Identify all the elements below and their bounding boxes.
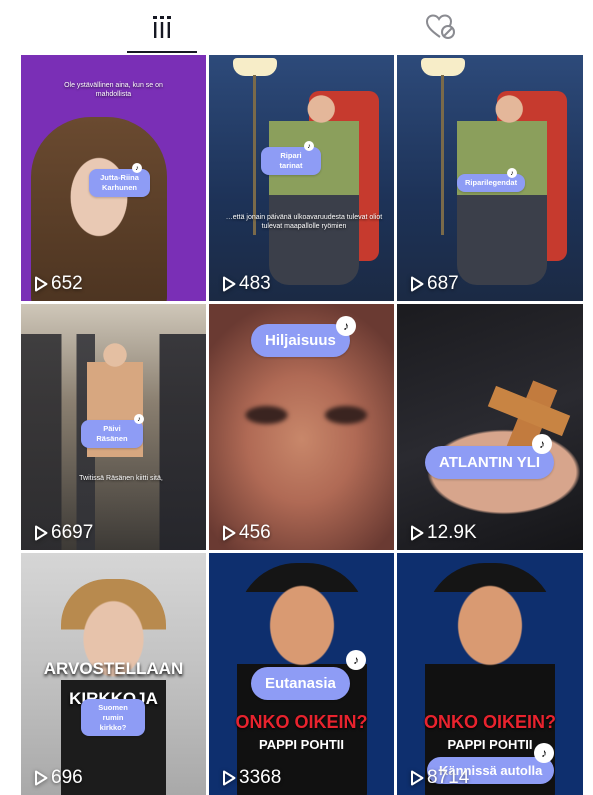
play-icon [35,525,48,541]
tag-pill: Suomen rumin kirkko? [81,699,145,737]
tag-pill: Eutanasia [251,667,350,700]
play-icon [223,770,236,786]
eyes-image [229,400,379,430]
view-count-value: 456 [239,522,271,543]
view-count: 8714 [410,767,469,789]
video-tile-2[interactable]: Ripari tarinat ♪ …että jonain päivänä ul… [209,55,394,301]
video-tile-1[interactable]: Ole ystävällinen aina, kun se on mahdoll… [21,55,206,301]
profile-tabs [0,0,593,54]
view-count-value: 6697 [51,522,94,543]
lamp-stand [253,75,256,235]
view-count: 483 [222,273,271,295]
lamp-image [233,58,277,76]
video-title-2: PAPPI POHTII [447,737,533,752]
video-tile-6[interactable]: ATLANTIN YLI ♪ 12.9K [397,304,583,550]
play-icon [223,276,236,292]
play-icon [35,276,48,292]
view-count-value: 696 [51,767,83,788]
tiktok-icon: ♪ [336,316,356,336]
tiktok-icon: ♪ [532,434,552,454]
view-count: 3368 [222,767,281,789]
tag-pill: Jutta-Riina Karhunen [89,169,150,197]
view-count-value: 12.9K [427,522,477,543]
tag-pill: Hiljaisuus [251,324,350,357]
active-tab-indicator [127,51,197,53]
tiktok-icon: ♪ [132,163,142,173]
video-tile-7[interactable]: ARVOSTELLAAN KIRKKOJA Suomen rumin kirkk… [21,553,206,795]
play-icon [411,525,424,541]
play-icon [411,770,424,786]
video-tile-5[interactable]: Hiljaisuus ♪ 456 [209,304,394,550]
view-count: 652 [34,273,83,295]
video-tile-9[interactable]: ONKO OIKEIN? PAPPI POHTII Kännissä autol… [397,553,583,795]
video-tile-8[interactable]: Eutanasia ♪ ONKO OIKEIN? PAPPI POHTII 33… [209,553,394,795]
view-count-value: 3368 [239,767,282,788]
view-count-value: 483 [239,273,271,294]
person-image [61,579,166,795]
view-count-value: 652 [51,273,83,294]
view-count: 6697 [34,522,93,544]
tab-videos[interactable] [127,0,197,54]
tiktok-icon: ♪ [507,168,517,178]
heart-hidden-icon [425,14,455,39]
person-image [269,85,359,285]
tiktok-icon: ♪ [346,650,366,670]
lamp-image [421,58,465,76]
view-count-value: 687 [427,273,459,294]
view-count: 696 [34,767,83,789]
play-icon [35,770,48,786]
video-grid: Ole ystävällinen aina, kun se on mahdoll… [21,55,583,795]
view-count: 687 [410,273,459,295]
video-tile-4[interactable]: Päivi Räsänen ♪ Twitissä Räsänen kiitti … [21,304,206,550]
play-icon [223,525,236,541]
video-caption: Ole ystävällinen aina, kun se on mahdoll… [64,82,163,99]
play-icon [411,276,424,292]
tiktok-icon: ♪ [534,743,554,763]
grid-lines-icon [153,16,171,38]
tiktok-icon: ♪ [134,414,144,424]
tab-liked-videos[interactable] [406,0,476,54]
view-count: 12.9K [410,522,477,544]
video-caption: …että jonain päivänä ulkoavaruudesta tul… [225,214,383,231]
video-title: ONKO OIKEIN? [423,712,556,732]
video-title: ARVOSTELLAAN [43,659,184,678]
tag-pill: Päivi Räsänen [81,420,143,448]
video-title-2: PAPPI POHTII [259,737,344,752]
lamp-stand [441,75,444,235]
video-tile-3[interactable]: Riparilegendat ♪ 687 [397,55,583,301]
view-count: 456 [222,522,271,544]
tiktok-icon: ♪ [304,141,314,151]
tag-pill: Ripari tarinat [261,147,321,175]
video-title: ONKO OIKEIN? [235,712,368,732]
view-count-value: 8714 [427,767,470,788]
video-caption: Twitissä Räsänen kiitti sitä, [79,475,163,482]
